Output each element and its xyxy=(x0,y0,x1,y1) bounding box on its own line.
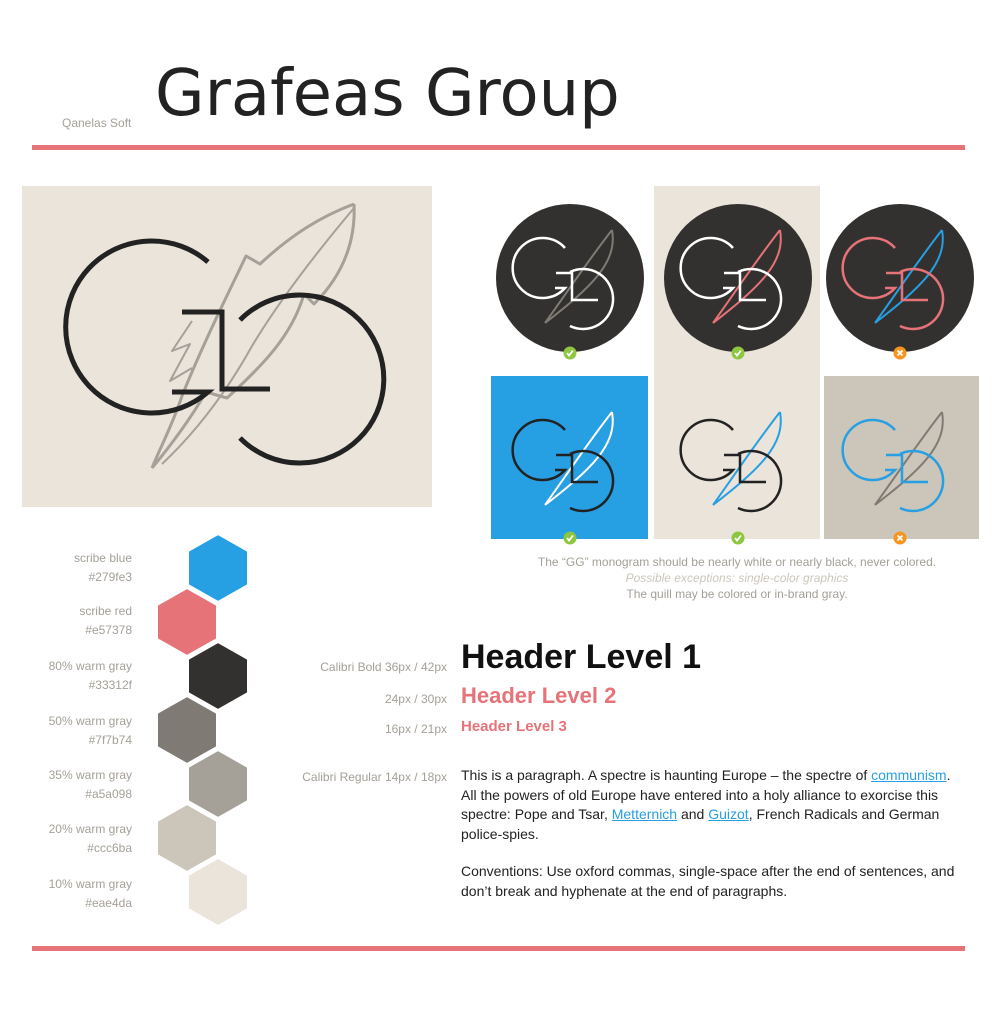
logo-variant-6 xyxy=(841,411,945,513)
link-guizot[interactable]: Guizot xyxy=(708,806,748,822)
hexagon-swatch xyxy=(187,748,249,820)
hexagon-swatch xyxy=(156,694,218,766)
conventions-paragraph: Conventions: Use oxford commas, single-s… xyxy=(461,863,955,899)
quill-note: The quill may be colored or in-brand gra… xyxy=(626,587,848,601)
header-level-2-sample: Header Level 2 xyxy=(461,683,617,708)
palette-hexagons xyxy=(156,532,249,928)
monogram-note: The “GG” monogram should be nearly white… xyxy=(537,555,937,569)
h3-spec-label: 16px / 21px xyxy=(384,722,447,736)
check-icon xyxy=(563,531,577,545)
x-icon xyxy=(893,346,907,360)
bottom-divider xyxy=(32,946,965,951)
logo-variant-2 xyxy=(664,204,812,352)
check-icon xyxy=(563,346,577,360)
x-icon xyxy=(893,531,907,545)
logo-variant-4 xyxy=(511,411,615,513)
check-icon xyxy=(731,346,745,360)
logo-variant-5 xyxy=(679,411,783,513)
h1-spec-label: Calibri Bold 36px / 42px xyxy=(320,660,447,674)
h2-spec-label: 24px / 30px xyxy=(384,692,447,706)
logo-variant-3 xyxy=(826,204,974,352)
hexagon-swatch xyxy=(156,586,218,658)
header-level-3-sample: Header Level 3 xyxy=(461,718,567,735)
link-metternich[interactable]: Metternich xyxy=(612,806,677,822)
hexagon-swatch xyxy=(187,856,249,928)
hexagon-swatch xyxy=(187,640,249,712)
paragraph-spec-label: Calibri Regular 14px / 18px xyxy=(302,770,447,784)
exception-note: Possible exceptions: single-color graphi… xyxy=(625,571,849,585)
hexagon-swatch xyxy=(187,532,249,604)
paragraph-sample: This is a paragraph. A spectre is haunti… xyxy=(461,766,961,844)
hexagon-swatch xyxy=(156,802,218,874)
logo-variant-1 xyxy=(496,204,644,352)
paragraph-text: and xyxy=(677,806,709,822)
check-icon xyxy=(731,531,745,545)
header-level-1-sample: Header Level 1 xyxy=(461,638,702,676)
link-communism[interactable]: communism xyxy=(871,767,946,783)
paragraph-text: This is a paragraph. A spectre is haunti… xyxy=(461,767,872,783)
